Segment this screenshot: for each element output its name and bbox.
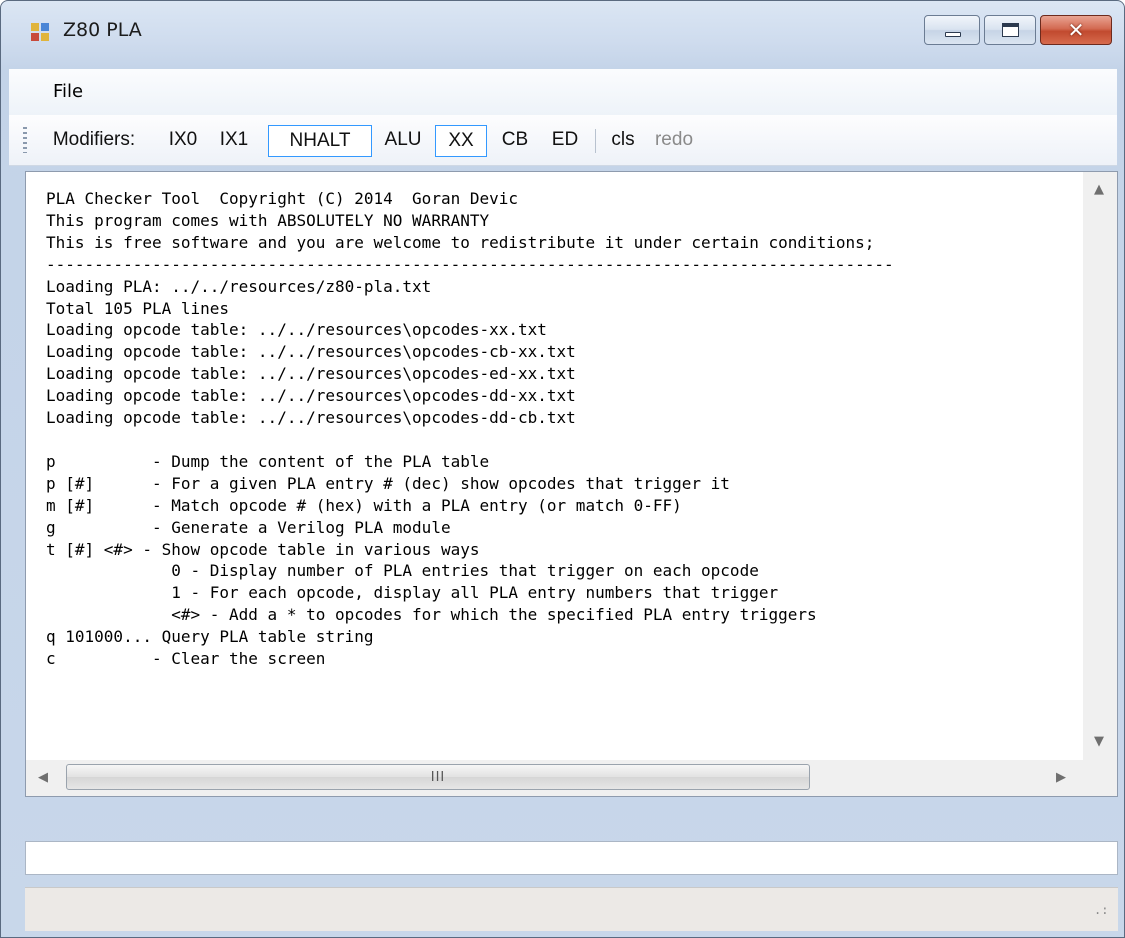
horizontal-scroll-thumb[interactable]: III bbox=[66, 764, 810, 790]
close-icon: ✕ bbox=[1067, 18, 1085, 42]
console-line: This program comes with ABSOLUTELY NO WA… bbox=[46, 210, 490, 230]
window-title: Z80 PLA bbox=[63, 19, 142, 41]
minimize-icon bbox=[945, 32, 961, 37]
console-line: This is free software and you are welcom… bbox=[46, 232, 875, 252]
scroll-down-arrow-icon[interactable]: ▼ bbox=[1094, 734, 1104, 749]
console-line: Loading PLA: ../../resources/z80-pla.txt bbox=[46, 276, 432, 296]
alu-toggle-button[interactable]: ALU bbox=[375, 125, 431, 157]
cls-button[interactable]: cls bbox=[603, 125, 643, 157]
console-line: p [#] - For a given PLA entry # (dec) sh… bbox=[46, 473, 730, 493]
status-bar: .: bbox=[25, 887, 1118, 931]
scrollbar-corner bbox=[1083, 760, 1117, 796]
xx-toggle-button[interactable]: XX bbox=[435, 125, 487, 157]
windows-app-icon[interactable] bbox=[31, 23, 51, 41]
ix0-toggle-button[interactable]: IX0 bbox=[159, 125, 207, 157]
output-textarea[interactable]: PLA Checker Tool Copyright (C) 2014 Gora… bbox=[25, 171, 1118, 797]
console-line: Total 105 PLA lines bbox=[46, 298, 230, 318]
console-text[interactable]: PLA Checker Tool Copyright (C) 2014 Gora… bbox=[46, 188, 1096, 758]
console-line: ----------------------------------------… bbox=[46, 254, 894, 274]
console-line: Loading opcode table: ../../resources\op… bbox=[46, 342, 576, 362]
modifiers-label: Modifiers: bbox=[52, 129, 136, 150]
redo-button[interactable]: redo bbox=[645, 125, 703, 157]
maximize-icon bbox=[1002, 23, 1019, 37]
toolbar-grip-handle[interactable] bbox=[23, 127, 27, 153]
console-line: 0 - Display number of PLA entries that t… bbox=[46, 561, 759, 581]
main-window: Z80 PLA ✕ File Modifiers: IX0 IX1 NHALT … bbox=[0, 0, 1125, 938]
scroll-left-arrow-icon[interactable]: ◀ bbox=[38, 770, 48, 785]
console-line: t [#] <#> - Show opcode table in various… bbox=[46, 539, 480, 559]
cb-toggle-button[interactable]: CB bbox=[490, 125, 540, 157]
ed-toggle-button[interactable]: ED bbox=[541, 125, 589, 157]
console-line: Loading opcode table: ../../resources\op… bbox=[46, 386, 576, 406]
modifiers-toolbar: Modifiers: IX0 IX1 NHALT ALU XX CB ED cl… bbox=[9, 115, 1117, 166]
nhalt-toggle-button[interactable]: NHALT bbox=[268, 125, 372, 157]
vertical-scrollbar[interactable]: ▲ ▼ bbox=[1083, 172, 1117, 760]
console-line: c - Clear the screen bbox=[46, 649, 326, 669]
close-button[interactable]: ✕ bbox=[1040, 15, 1112, 45]
console-line: p - Dump the content of the PLA table bbox=[46, 451, 490, 471]
console-line: Loading opcode table: ../../resources\op… bbox=[46, 364, 576, 384]
ix1-toggle-button[interactable]: IX1 bbox=[207, 125, 261, 157]
console-line: m [#] - Match opcode # (hex) with a PLA … bbox=[46, 495, 682, 515]
console-line: <#> - Add a * to opcodes for which the s… bbox=[46, 605, 817, 625]
minimize-button[interactable] bbox=[924, 15, 980, 45]
console-line: g - Generate a Verilog PLA module bbox=[46, 517, 451, 537]
console-line: Loading opcode table: ../../resources\op… bbox=[46, 320, 547, 340]
size-grip-icon[interactable]: .: bbox=[1094, 904, 1108, 921]
scroll-right-arrow-icon[interactable]: ▶ bbox=[1056, 770, 1066, 785]
menu-bar: File bbox=[9, 69, 1117, 115]
console-line: 1 - For each opcode, display all PLA ent… bbox=[46, 583, 779, 603]
console-line: Loading opcode table: ../../resources\op… bbox=[46, 408, 576, 428]
maximize-button[interactable] bbox=[984, 15, 1036, 45]
scroll-thumb-grip-icon: III bbox=[430, 769, 446, 785]
command-input[interactable] bbox=[25, 841, 1118, 875]
scroll-up-arrow-icon[interactable]: ▲ bbox=[1094, 182, 1104, 197]
horizontal-scrollbar[interactable]: ◀ III ▶ bbox=[26, 760, 1084, 796]
toolbar-separator bbox=[595, 129, 596, 153]
menu-item-file[interactable]: File bbox=[53, 81, 83, 102]
title-bar[interactable]: Z80 PLA ✕ bbox=[1, 1, 1124, 61]
console-line: q 101000... Query PLA table string bbox=[46, 627, 374, 647]
console-line: PLA Checker Tool Copyright (C) 2014 Gora… bbox=[46, 189, 519, 208]
